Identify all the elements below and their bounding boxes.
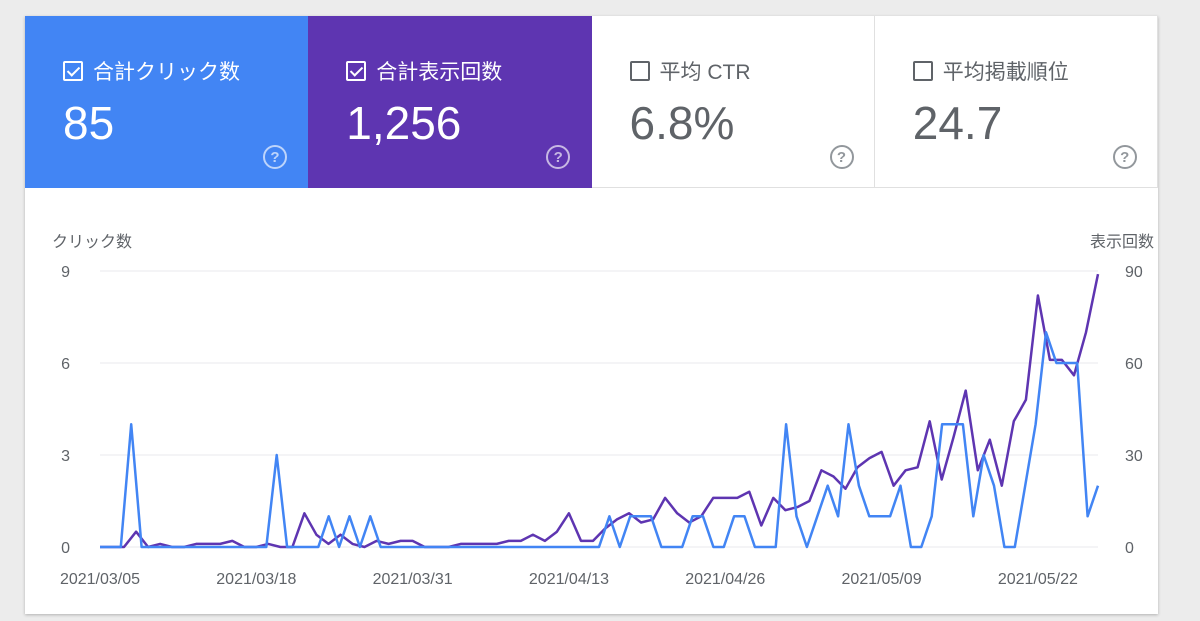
tile-value: 85 [63,97,115,149]
help-icon[interactable]: ? [829,145,854,169]
tile-average-ctr[interactable]: 平均 CTR 6.8% ? [591,16,875,188]
tile-label-row: 平均掲載順位 [912,56,1069,86]
clicks-checkbox[interactable] [63,61,83,81]
series-lines [100,273,1100,549]
x-tick-label: 2021/05/22 [998,571,1078,588]
y-tick-label-left: 9 [61,264,70,281]
x-tick-label: 2021/04/26 [685,571,765,588]
tile-total-clicks[interactable]: 合計クリック数 85 ? [25,16,309,188]
y-tick-label-right: 30 [1125,448,1143,465]
y-tick-label-right: 0 [1125,540,1134,557]
tile-label-row: 合計表示回数 [346,56,502,86]
left-axis-title: クリック数 [52,233,132,251]
tile-value: 1,256 [346,97,462,149]
y-tick-label-left: 6 [61,356,70,373]
performance-card: 合計クリック数 85 ? 合計表示回数 1,256 ? 平均 CTR 6.8% … [25,16,1158,614]
tile-label: 合計クリック数 [93,61,240,84]
x-tick-label: 2021/03/05 [60,571,140,588]
help-icon[interactable]: ? [1112,145,1137,169]
tile-label: 合計表示回数 [376,61,503,84]
tile-total-impressions[interactable]: 合計表示回数 1,256 ? [308,16,592,188]
tile-average-position[interactable]: 平均掲載順位 24.7 ? [874,16,1158,188]
x-tick-label: 2021/04/13 [529,571,609,588]
impressions-checkbox[interactable] [346,61,367,81]
impressions-series-line [100,273,1100,549]
tile-label: 平均 CTR [659,61,751,84]
tile-value: 24.7 [912,97,1003,149]
ctr-checkbox[interactable] [629,61,650,81]
y-tick-label-left: 3 [61,448,70,465]
tile-label-row: 平均 CTR [629,56,751,86]
y-tick-label-right: 90 [1125,264,1143,281]
clicks-series-line [100,331,1100,549]
tile-label-row: 合計クリック数 [63,56,240,86]
line-chart: クリック数 表示回数 0 0 3 30 6 60 9 90 2021/03/05 2021/03/… [52,233,1154,588]
y-tick-label-left: 0 [61,540,70,557]
gridlines [100,270,1098,548]
x-tick-label: 2021/03/31 [373,571,453,588]
help-icon[interactable]: ? [263,145,287,169]
tile-value: 6.8% [629,97,735,149]
y-tick-label-right: 60 [1125,356,1143,373]
position-checkbox[interactable] [912,61,933,81]
tile-label: 平均掲載順位 [942,61,1069,84]
right-axis-title: 表示回数 [1090,233,1154,251]
chart-area: クリック数 表示回数 0 0 3 30 6 60 9 90 2021/03/05 2021/03/… [25,188,1158,614]
x-tick-label: 2021/03/18 [216,571,296,588]
help-icon[interactable]: ? [546,145,571,169]
metric-tiles: 合計クリック数 85 ? 合計表示回数 1,256 ? 平均 CTR 6.8% … [25,16,1158,188]
x-tick-label: 2021/05/09 [842,571,922,588]
